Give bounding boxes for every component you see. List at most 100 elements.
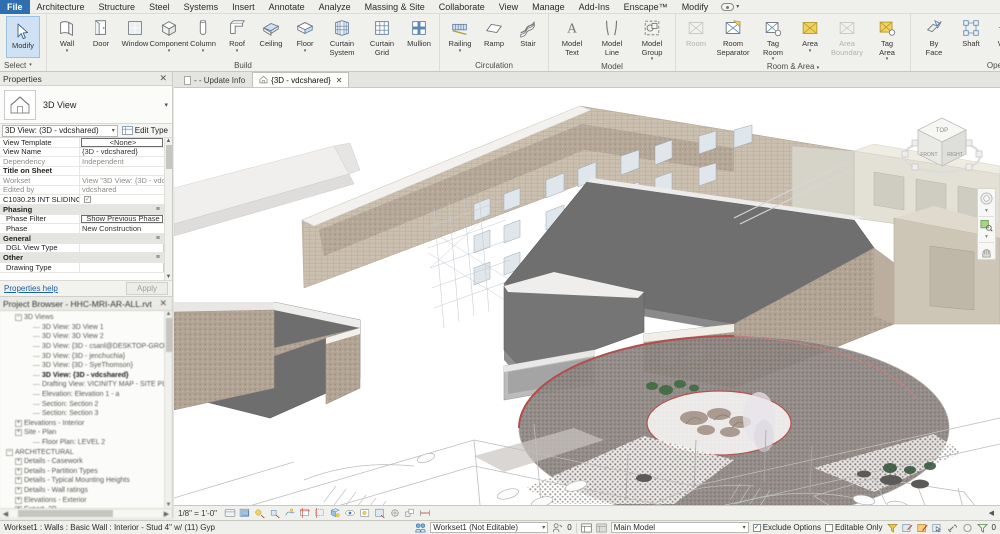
- property-value[interactable]: [80, 263, 164, 272]
- close-icon[interactable]: ✕: [336, 76, 343, 85]
- properties-row[interactable]: WorksetView "3D View: {3D - vdcs...: [0, 176, 164, 186]
- select-pinned-icon[interactable]: [977, 522, 988, 533]
- chevron-down-icon[interactable]: ▾: [202, 49, 205, 53]
- property-value[interactable]: ✓: [80, 195, 164, 204]
- expand-icon[interactable]: +: [15, 429, 22, 436]
- ribbon-button-railing[interactable]: Railing▾: [443, 16, 477, 53]
- navigation-bar[interactable]: ▼ ▼: [977, 188, 996, 260]
- expand-icon[interactable]: +: [15, 487, 22, 494]
- ribbon-tab-insert[interactable]: Insert: [225, 0, 262, 14]
- ribbon-button-tag-area[interactable]: Tag Area▾: [867, 16, 907, 61]
- ribbon-tab-architecture[interactable]: Architecture: [30, 0, 92, 14]
- collapse-icon[interactable]: −: [6, 449, 13, 456]
- chevron-down-icon[interactable]: ▼: [984, 234, 989, 240]
- properties-row[interactable]: DependencyIndependent: [0, 157, 164, 167]
- ribbon-tab-modify[interactable]: Modify: [675, 0, 716, 14]
- scroll-right-icon[interactable]: ▶: [162, 510, 171, 518]
- expand-icon[interactable]: +: [15, 497, 22, 504]
- ribbon-button-column[interactable]: Column▾: [186, 16, 220, 53]
- reveal-hidden-elements-icon[interactable]: [359, 508, 371, 519]
- browser-tree-item[interactable]: +Details - Partition Types: [0, 467, 172, 477]
- property-value[interactable]: {3D - vdcshared}: [80, 148, 164, 157]
- expand-icon[interactable]: +: [15, 506, 22, 508]
- ribbon-button-model-text[interactable]: AModel Text: [552, 16, 592, 57]
- temporary-hide-isolate-icon[interactable]: [344, 508, 356, 519]
- property-value[interactable]: New Construction: [80, 224, 164, 233]
- design-option-combobox[interactable]: Main Model ▾: [611, 522, 749, 533]
- show-crop-region-icon[interactable]: [314, 508, 326, 519]
- expand-icon[interactable]: +: [15, 420, 22, 427]
- browser-tree-item[interactable]: +Details - Wall ratings: [0, 486, 172, 496]
- chevron-down-icon[interactable]: ▼: [984, 208, 989, 214]
- editing-requests-icon[interactable]: [552, 522, 563, 533]
- chevron-left-icon[interactable]: ◀: [989, 509, 994, 517]
- ribbon-button-mullion[interactable]: Mullion: [402, 16, 436, 49]
- ribbon-button-floor[interactable]: Floor▾: [288, 16, 322, 53]
- scroll-left-icon[interactable]: ◀: [1, 510, 10, 518]
- chevron-down-icon[interactable]: ▾: [817, 65, 820, 71]
- chevron-down-icon[interactable]: ▾: [236, 49, 239, 53]
- show-constraints-icon[interactable]: [419, 508, 431, 519]
- ribbon-button-component[interactable]: Component▾: [152, 16, 186, 53]
- browser-tree-item[interactable]: +Elevations - Exterior: [0, 495, 172, 505]
- expand-icon[interactable]: +: [15, 458, 22, 465]
- detail-level-icon[interactable]: [224, 508, 236, 519]
- lock-3d-view-icon[interactable]: [329, 508, 341, 519]
- ribbon-button-room-separator[interactable]: Room Separator: [713, 16, 753, 57]
- ribbon-tab-collaborate[interactable]: Collaborate: [432, 0, 492, 14]
- editable-only-checkbox[interactable]: Editable Only: [825, 523, 883, 532]
- show-analytical-model-icon[interactable]: [389, 508, 401, 519]
- expand-icon[interactable]: +: [15, 477, 22, 484]
- chevron-down-icon[interactable]: ▾: [66, 49, 69, 53]
- press-drag-icon[interactable]: [932, 522, 943, 533]
- property-value[interactable]: [80, 167, 164, 176]
- browser-scrollbar[interactable]: ▲ ▼: [164, 311, 172, 508]
- select-underlay-icon[interactable]: [962, 522, 973, 533]
- ribbon-button-wall[interactable]: Wall: [988, 16, 1000, 49]
- properties-row[interactable]: View Name{3D - vdcshared}: [0, 148, 164, 158]
- ribbon-button-ceiling[interactable]: Ceiling: [254, 16, 288, 49]
- browser-tree-item[interactable]: 3D View: 3D View 2: [0, 332, 172, 342]
- browser-tree-item[interactable]: +Details - Casework: [0, 457, 172, 467]
- ribbon-button-shaft[interactable]: Shaft: [954, 16, 988, 49]
- chevron-down-icon[interactable]: ▾: [304, 49, 307, 53]
- browser-tree-item[interactable]: Floor Plan: LEVEL 2: [0, 438, 172, 448]
- chevron-down-icon[interactable]: ▾: [809, 49, 812, 53]
- design-options-icon[interactable]: [581, 522, 592, 533]
- properties-grid[interactable]: View Template<None>View Name{3D - vdcsha…: [0, 138, 172, 280]
- properties-help-link[interactable]: Properties help: [4, 284, 58, 293]
- browser-tree-item[interactable]: 3D View: {3D - SyeThomson}: [0, 361, 172, 371]
- properties-row[interactable]: DGL View Type: [0, 244, 164, 254]
- ribbon-button-by-face[interactable]: By Face: [914, 16, 954, 57]
- expand-icon[interactable]: +: [15, 468, 22, 475]
- property-value[interactable]: Independent: [80, 157, 164, 166]
- hscroll-thumb[interactable]: [18, 510, 113, 517]
- scrollbar-thumb[interactable]: [166, 318, 172, 352]
- browser-tree-item[interactable]: 3D View: {3D - vdcshared}: [0, 371, 172, 381]
- scroll-down-icon[interactable]: ▼: [165, 502, 172, 508]
- properties-row[interactable]: View Template<None>: [0, 138, 164, 148]
- checkbox-icon[interactable]: ✓: [84, 196, 91, 203]
- hscroll-track[interactable]: [10, 510, 162, 517]
- type-selector-combobox[interactable]: 3D View: (3D - vdcshared) ▾: [2, 125, 118, 137]
- apply-button[interactable]: Apply: [126, 282, 168, 295]
- section-collapse-icon[interactable]: ≡: [156, 206, 160, 213]
- warnings-icon[interactable]: [917, 522, 928, 533]
- properties-row[interactable]: C1030.25 INT SLIDING D...✓: [0, 195, 164, 205]
- temporary-view-properties-icon[interactable]: [374, 508, 386, 519]
- edit-type-button[interactable]: Edit Type: [120, 126, 170, 135]
- active-design-option-icon[interactable]: [596, 522, 607, 533]
- ribbon-tab-add-ins[interactable]: Add-Ins: [572, 0, 617, 14]
- browser-tree-item[interactable]: +Details - Typical Mounting Heights: [0, 476, 172, 486]
- scroll-down-icon[interactable]: ▼: [165, 274, 172, 280]
- exclude-options-checkbox[interactable]: ✓ Exclude Options: [753, 523, 821, 532]
- view-tab-3d-vdcshared[interactable]: {3D - vdcshared} ✕: [252, 72, 349, 87]
- close-icon[interactable]: ✕: [157, 73, 169, 84]
- properties-row[interactable]: PhaseNew Construction: [0, 224, 164, 234]
- file-menu-button[interactable]: File: [0, 0, 30, 14]
- 3d-view-canvas[interactable]: TOP FRONT RIGHT ▼ ▼: [174, 88, 1000, 505]
- property-value[interactable]: [80, 244, 164, 253]
- scrollbar-thumb[interactable]: [166, 145, 172, 169]
- browser-tree-item[interactable]: Drafting View: VICINITY MAP - SITE PLAN: [0, 380, 172, 390]
- ribbon-tab-structure[interactable]: Structure: [92, 0, 143, 14]
